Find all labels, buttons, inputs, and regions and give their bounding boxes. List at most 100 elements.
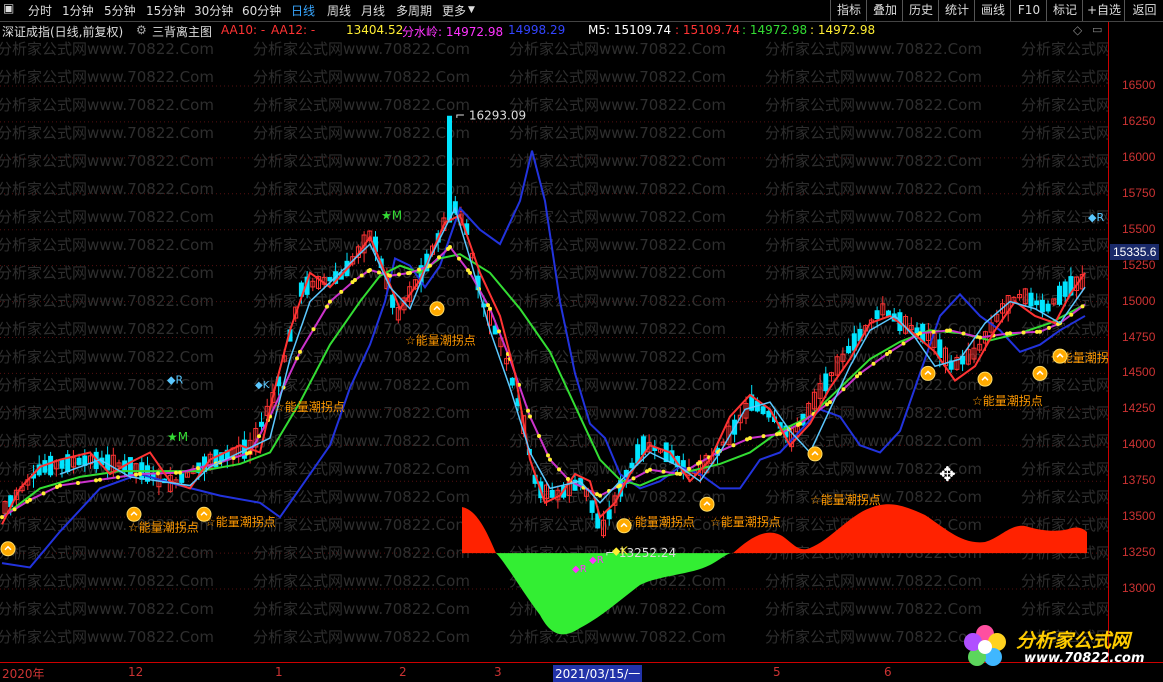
period-tab-monthly[interactable]: 月线 [361,2,385,19]
candle-body [589,500,595,513]
watermark-text: 分析家公式网www.70822.Com [0,124,214,142]
tool-watchlist-button[interactable]: +自选 [1082,0,1125,21]
period-tab-more[interactable]: 更多 [442,2,466,19]
diamond-icon[interactable]: ◇ [1073,23,1082,37]
watermark-text: 分析家公式网www.70822.Com [0,404,214,422]
watermark-text: 分析家公式网www.70822.Com [765,40,982,58]
watermark-text: 分析家公式网www.70822.Com [509,320,726,338]
mark-r: ◆R [572,564,587,575]
dot-line-point [871,361,876,366]
period-tab-fenshi[interactable]: 分时 [28,2,52,19]
candle-body [606,509,612,520]
watermark-text: 分析家公式网www.70822.Com [0,628,214,646]
watermark-text: 分析家公式网www.70822.Com [0,348,214,366]
candle-body [390,294,396,308]
dot-line-point [368,267,372,272]
watermark-text: 分析家公式网www.70822.Com [253,208,470,226]
dot-line-point [798,421,802,426]
dot-line-point [828,400,832,405]
dot-line-point [598,493,602,498]
y-tick-label: 14750 [1122,329,1156,344]
watermark-text: 分析家公式网www.70822.Com [765,628,982,646]
resize-icon[interactable]: ▭ [1092,23,1102,36]
tool-stats-button[interactable]: 统计 [938,0,975,21]
watermark-text: 分析家公式网www.70822.Com [765,376,982,394]
watermark-text: 分析家公式网www.70822.Com [1021,376,1108,394]
price-chart[interactable]: 分析家公式网www.70822.Com 分析家公式网www.70822.Com 分析… [0,40,1108,662]
watermark-text: 分析家公式网www.70822.Com [0,208,214,226]
logo-url[interactable]: www.70822.com [1024,651,1145,666]
dot-line-point [1038,329,1042,334]
tool-mark-button[interactable]: 标记 [1046,0,1083,21]
watermark-text: 分析家公式网www.70822.Com [253,96,470,114]
period-tab-multi[interactable]: 多周期 [396,2,432,19]
chart-title[interactable]: 深证成指(日线,前复权) [2,23,123,40]
current-price-badge: 15335.6 [1110,244,1160,261]
watermark-text: 分析家公式网www.70822.Com [253,40,470,58]
dot-line-point [731,443,736,448]
watermark-text: 分析家公式网www.70822.Com [509,628,726,646]
candle-body [48,455,54,476]
period-tab-30min[interactable]: 30分钟 [194,2,233,19]
candle-body [179,473,185,483]
dot-line-point [486,303,490,308]
tool-overlay-button[interactable]: 叠加 [866,0,903,21]
candle-body [874,310,880,320]
tool-history-button[interactable]: 历史 [902,0,939,21]
tool-f10-button[interactable]: F10 [1010,0,1047,21]
dot-line-point [116,475,120,480]
menu-icon[interactable]: ▣ [3,1,14,15]
signal-circle-icon [126,506,142,522]
dot-line-point [961,331,966,336]
dot-line-point [178,470,182,475]
y-tick-label: 13750 [1122,473,1156,488]
candle-body [1062,281,1068,297]
y-tick-label: 13250 [1122,545,1156,560]
watermark-text: 分析家公式网www.70822.Com [1021,180,1108,198]
y-tick-label: 13000 [1122,581,1156,595]
y-tick-label: 16000 [1122,149,1156,164]
tool-indicator-button[interactable]: 指标 [830,0,867,21]
dot-line-point [631,476,636,481]
candle-body [823,373,829,392]
tool-back-button[interactable]: 返回 [1124,0,1163,21]
watermark-text: 分析家公式网www.70822.Com [509,404,726,422]
period-tab-60min[interactable]: 60分钟 [242,2,281,19]
candle-body [447,115,452,223]
y-tick-label: 15500 [1122,221,1156,236]
signal-circle-icon [1032,365,1048,381]
more-dropdown-icon[interactable]: ▼ [468,5,475,15]
dot-line-point [0,515,4,520]
x-cursor-date: 2021/03/15/一 [553,665,643,682]
watermark-text: 分析家公式网www.70822.Com [509,208,726,226]
x-label-5: 5 [773,665,781,679]
period-tab-1min[interactable]: 1分钟 [62,2,94,19]
watermark-text: 分析家公式网www.70822.Com [765,572,982,590]
aa10-value: AA10: - [221,23,266,37]
dot-line-point [528,414,532,419]
dot-line-point [888,349,892,354]
energy-label: ☆能量潮拐点 [274,399,345,414]
dot-line-point [298,349,302,354]
dot-line-point [901,341,906,346]
watermark-text: 分析家公式网www.70822.Com [1021,152,1108,170]
dot-line-point [134,472,138,477]
period-tab-daily[interactable]: 日线 [291,2,315,19]
tool-draw-button[interactable]: 画线 [974,0,1011,21]
dot-line-point [138,472,142,477]
watermark-text: 分析家公式网www.70822.Com [253,124,470,142]
period-tab-15min[interactable]: 15分钟 [146,2,185,19]
dot-line-point [98,477,102,482]
dot-line-point [417,267,421,272]
formula-name[interactable]: 三背离主图 [152,23,212,40]
watermark-text: 分析家公式网www.70822.Com [509,292,726,310]
formula-gear-icon[interactable]: ⚙ [136,23,147,37]
dot-line-point [841,387,846,392]
energy-label: ☆能量潮拐点 [710,514,781,529]
y-tick-label: 16500 [1122,78,1156,92]
mark-m: ★M [381,209,402,223]
period-tab-5min[interactable]: 5分钟 [104,2,136,19]
period-tab-weekly[interactable]: 周线 [327,2,351,19]
watermark-text: 分析家公式网www.70822.Com [0,544,214,562]
energy-label: ☆能量潮拐点 [205,514,276,529]
